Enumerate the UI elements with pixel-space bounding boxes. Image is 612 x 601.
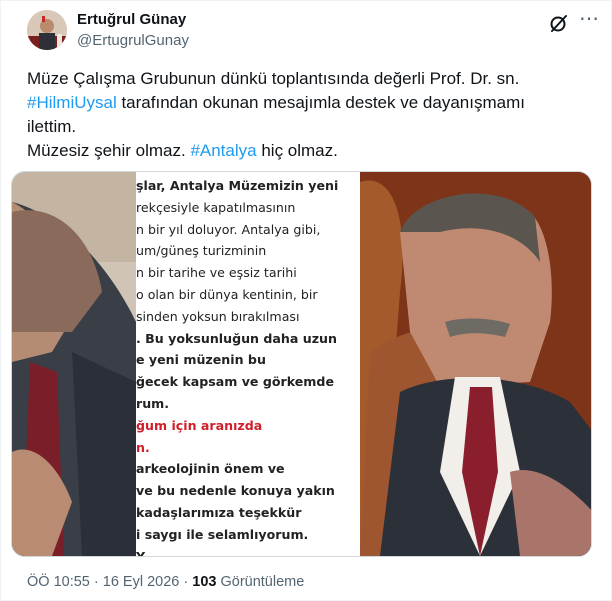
document-line: e yeni müzenin bu (136, 352, 266, 368)
tweet-line-3: ilettim. (27, 117, 77, 136)
tweet-media[interactable]: şlar, Antalya Müzemizin yeni rekçesiyle k… (11, 171, 592, 557)
tweet-meta: ÖÖ 10:55 · 16 Eyl 2026 · 103 Görüntüleme (27, 574, 304, 590)
author-handle[interactable]: @ErtugrulGunay (77, 32, 189, 49)
document-line: ğecek kapsam ve görkemde (136, 374, 334, 390)
document-line: şlar, Antalya Müzemizin yeni (136, 178, 339, 193)
document-line: rekçesiyle kapatılmasının (136, 199, 296, 215)
document-line: n bir tarihe ve eşsiz tarihi (136, 265, 297, 281)
tweet-card: Ertuğrul Günay @ErtugrulGunay ⋯ Müze Çal… (0, 0, 612, 601)
hashtag-hilmiuysal[interactable]: #HilmiUysal (27, 93, 117, 112)
document-line: um/güneş turizminin (136, 243, 267, 259)
more-dots-icon[interactable]: ⋯ (579, 9, 600, 29)
tweet-date[interactable]: 16 Eyl 2026 (103, 574, 180, 590)
tweet-line-2: tarafından okunan mesajımla destek ve da… (116, 93, 525, 112)
document-line: Y (136, 548, 146, 557)
tweet-text: Müze Çalışma Grubunun dünkü toplantısınd… (27, 67, 597, 163)
document-line: sinden yoksun bırakılması (136, 308, 300, 324)
document-line: arkeolojinin önem ve (136, 461, 285, 477)
document-line: o olan bir dünya kentinin, bir (136, 287, 318, 302)
tweet-line-4-start: Müzesiz şehir olmaz. (27, 141, 191, 160)
tweet-time[interactable]: ÖÖ 10:55 (27, 574, 90, 590)
author-name[interactable]: Ertuğrul Günay (77, 11, 186, 28)
left-portrait-photo (12, 172, 136, 556)
hashtag-antalya[interactable]: #Antalya (190, 141, 256, 160)
views-label: Görüntüleme (216, 574, 305, 590)
avatar-photo (27, 10, 67, 50)
document-line: ve bu nedenle konuya yakın (136, 483, 335, 499)
right-portrait-photo (360, 172, 591, 556)
document-line: n bir yıl doluyor. Antalya gibi, (136, 221, 321, 237)
document-line: n. (136, 439, 150, 455)
document-line: rum. (136, 396, 170, 411)
document-line: i saygı ile selamlıyorum. (136, 526, 309, 542)
document-line: kadaşlarımıza teşekkür (136, 505, 302, 520)
tweet-line-4-end: hiç olmaz. (256, 141, 338, 160)
views-count: 103 (192, 574, 217, 590)
meta-separator: · (179, 574, 193, 590)
document-scan: şlar, Antalya Müzemizin yeni rekçesiyle k… (136, 172, 356, 556)
grok-slash-icon[interactable] (548, 12, 570, 34)
document-line: ğum için aranızda (136, 417, 263, 433)
tweet-line-1: Müze Çalışma Grubunun dünkü toplantısınd… (27, 69, 520, 88)
avatar[interactable] (27, 10, 67, 50)
document-line: . Bu yoksunluğun daha uzun (136, 330, 337, 346)
meta-separator: · (89, 574, 103, 590)
